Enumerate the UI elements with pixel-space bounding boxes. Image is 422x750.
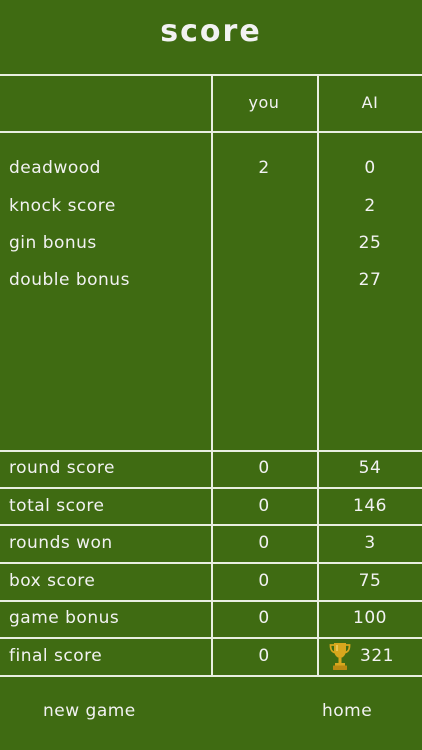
row-value-you: 0 xyxy=(258,571,270,591)
row-label: box score xyxy=(9,571,96,591)
row-value-you: 0 xyxy=(258,608,270,628)
row-value-ai: 25 xyxy=(358,233,382,253)
row-value-ai: 54 xyxy=(358,458,382,478)
row-label: rounds won xyxy=(9,533,113,553)
row-label: total score xyxy=(9,496,105,516)
row-value-ai: 2 xyxy=(364,196,376,216)
row-label: knock score xyxy=(9,196,116,216)
row-label: final score xyxy=(9,646,103,666)
column-header-you: you xyxy=(248,93,280,112)
row-label: gin bonus xyxy=(9,233,97,253)
divider-bottom xyxy=(0,675,422,677)
row-value-you: 2 xyxy=(258,158,270,178)
row-label: game bonus xyxy=(9,608,120,628)
row-label: round score xyxy=(9,458,115,478)
row-value-ai: 100 xyxy=(353,608,387,628)
page-title: score xyxy=(160,14,262,49)
row-value-ai: 75 xyxy=(358,571,382,591)
row-value-you: 0 xyxy=(258,533,270,553)
trophy-icon xyxy=(329,643,351,670)
row-value-ai: 3 xyxy=(364,533,376,553)
row-label: double bonus xyxy=(9,270,130,290)
row-value-ai: 0 xyxy=(364,158,376,178)
row-value-ai: 27 xyxy=(358,270,382,290)
row-label: deadwood xyxy=(9,158,101,178)
home-button[interactable]: home xyxy=(322,701,372,721)
row-value-ai: 146 xyxy=(353,496,387,516)
new-game-button[interactable]: new game xyxy=(43,701,136,721)
row-value-you: 0 xyxy=(258,496,270,516)
column-header-ai: AI xyxy=(361,93,379,112)
row-value-you: 0 xyxy=(258,458,270,478)
row-value-you: 0 xyxy=(258,646,270,666)
